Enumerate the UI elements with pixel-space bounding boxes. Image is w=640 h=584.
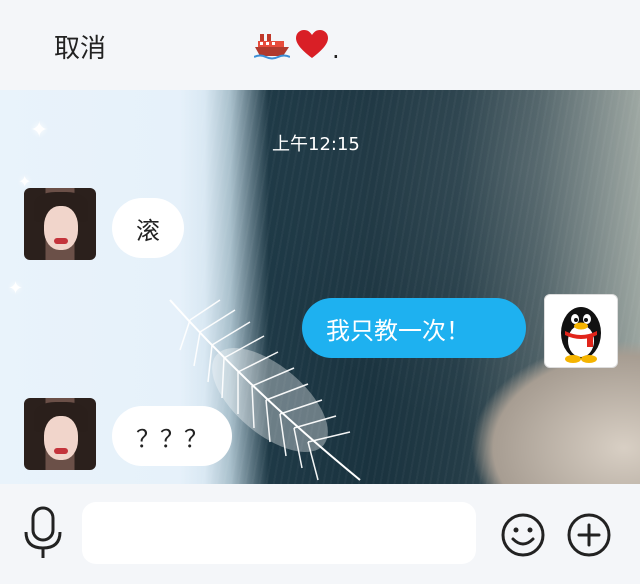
- message-text: ？？？: [136, 424, 208, 453]
- microphone-icon[interactable]: [22, 506, 64, 560]
- message-bubble-received[interactable]: ？？？: [112, 406, 232, 466]
- message-text: 我只教一次！: [326, 316, 470, 345]
- plus-icon[interactable]: [566, 512, 612, 558]
- message-text: 滚: [136, 216, 160, 245]
- ship-icon: [254, 34, 290, 60]
- message-input[interactable]: [82, 502, 476, 564]
- qq-penguin-avatar[interactable]: [544, 294, 618, 368]
- chat-background: ✦ ✦ ✦ 上午12:15 滚 我只教一次！ ？？？: [0, 90, 640, 484]
- top-bar: 取消 .: [0, 0, 640, 90]
- heart-icon: [296, 30, 328, 58]
- chat-title: .: [254, 26, 340, 64]
- girl-avatar[interactable]: [24, 188, 96, 260]
- message-bubble-received[interactable]: 滚: [112, 198, 184, 258]
- girl-avatar[interactable]: [24, 398, 96, 470]
- cancel-button[interactable]: 取消: [54, 28, 106, 65]
- message-timestamp: 上午12:15: [272, 134, 360, 155]
- title-text: .: [332, 36, 340, 64]
- emoji-icon[interactable]: [500, 512, 546, 558]
- message-bubble-sent[interactable]: 我只教一次！: [302, 298, 526, 358]
- sparkle-icon: ✦: [30, 118, 49, 143]
- sparkle-icon: ✦: [8, 278, 24, 299]
- penguin-icon: [561, 307, 601, 363]
